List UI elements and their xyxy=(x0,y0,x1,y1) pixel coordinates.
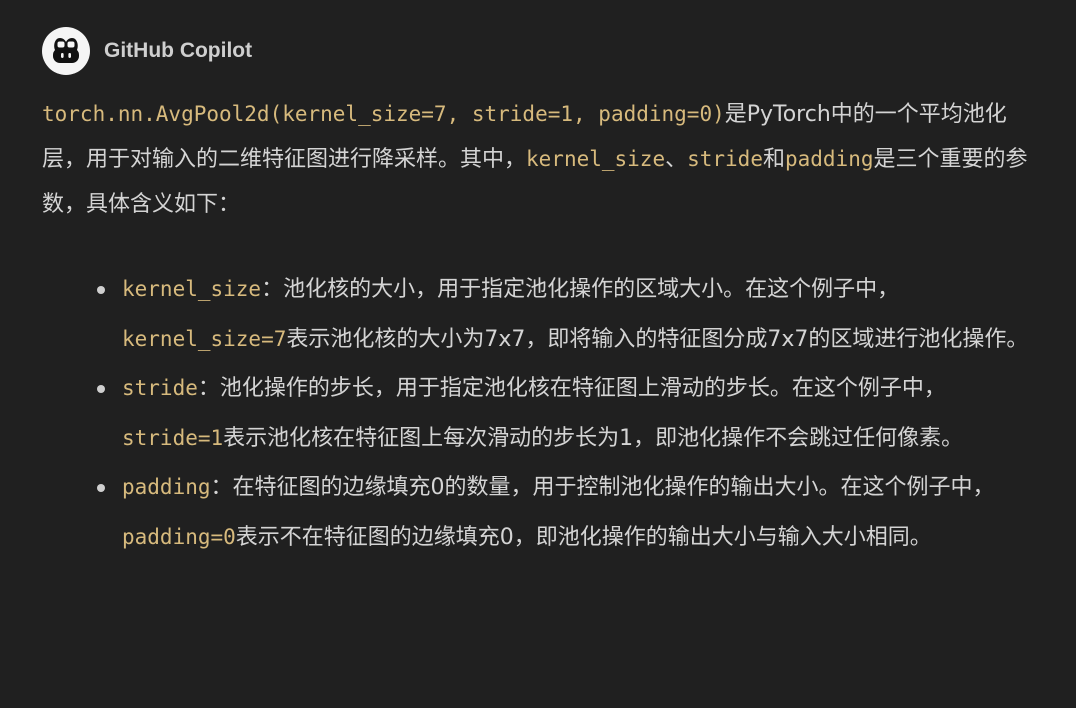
param-example: kernel_size=7 xyxy=(122,326,287,351)
param-description: ：池化核的大小，用于指定池化操作的区域大小。在这个例子中， xyxy=(261,277,900,302)
param-example: stride=1 xyxy=(122,425,224,450)
param-explanation: 表示池化核在特征图上每次滑动的步长为1，即池化操作不会跳过任何像素。 xyxy=(223,425,964,451)
message-body: torch.nn.AvgPool2d(kernel_size=7, stride… xyxy=(42,92,1036,562)
separator-text: 和 xyxy=(762,147,785,172)
inline-code: padding xyxy=(784,147,874,171)
param-description: ：在特征图的边缘填充0的数量，用于控制池化操作的输出大小。在这个例子中， xyxy=(210,475,995,500)
bullet-icon xyxy=(97,286,105,294)
bullet-icon xyxy=(97,484,105,492)
list-item: kernel_size：池化核的大小，用于指定池化操作的区域大小。在这个例子中，… xyxy=(97,265,1036,364)
param-explanation: 表示不在特征图的边缘填充0，即池化操作的输出大小与输入大小相同。 xyxy=(235,524,932,550)
param-name: padding xyxy=(122,475,211,499)
author-name: GitHub Copilot xyxy=(104,39,253,62)
param-name: kernel_size xyxy=(122,277,262,301)
param-description: ：池化操作的步长，用于指定池化核在特征图上滑动的步长。在这个例子中， xyxy=(197,376,946,401)
param-name: stride xyxy=(122,376,198,400)
copilot-chat-panel: GitHub Copilot torch.nn.AvgPool2d(kernel… xyxy=(0,0,1076,708)
list-item: stride：池化操作的步长，用于指定池化核在特征图上滑动的步长。在这个例子中，… xyxy=(97,364,1036,463)
copilot-icon xyxy=(53,38,79,63)
intro-paragraph: torch.nn.AvgPool2d(kernel_size=7, stride… xyxy=(42,92,1036,227)
inline-code: kernel_size xyxy=(526,147,666,171)
param-explanation: 表示池化核的大小为7x7，即将输入的特征图分成7x7的区域进行池化操作。 xyxy=(286,326,1029,352)
bullet-icon xyxy=(97,385,105,393)
separator-text: 、 xyxy=(665,147,688,172)
list-item: padding：在特征图的边缘填充0的数量，用于控制池化操作的输出大小。在这个例… xyxy=(97,463,1036,562)
parameter-list: kernel_size：池化核的大小，用于指定池化操作的区域大小。在这个例子中，… xyxy=(42,265,1036,562)
inline-code: torch.nn.AvgPool2d(kernel_size=7, stride… xyxy=(42,102,725,126)
copilot-avatar xyxy=(42,27,90,75)
inline-code: stride xyxy=(687,147,763,171)
message-header: GitHub Copilot xyxy=(42,27,1036,75)
param-example: padding=0 xyxy=(122,524,236,549)
